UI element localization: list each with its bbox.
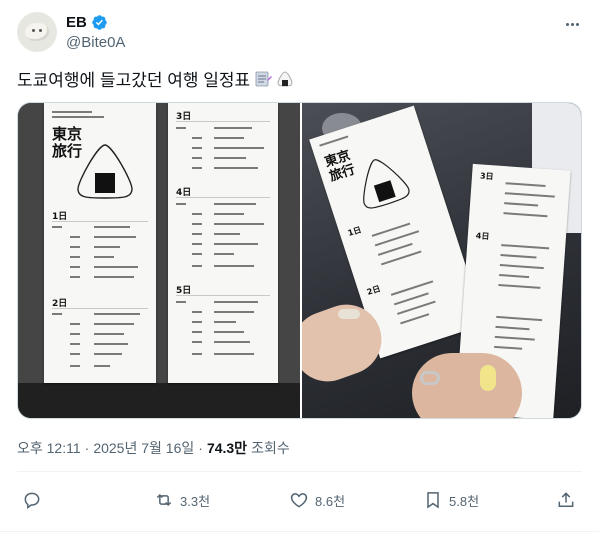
heart-icon [290,493,308,508]
day-label-8: 3日 [479,171,494,182]
like-button[interactable]: 8.6천 [289,486,345,514]
ring-icon [420,371,440,385]
onigiri-illustration-2 [363,159,410,209]
like-count: 8.6천 [315,493,346,509]
share-button[interactable] [556,486,582,514]
tweet-header: EB @Bite0A [17,12,587,56]
author-handle[interactable]: @Bite0A [66,34,125,51]
share-icon [558,492,574,507]
avatar-image [25,23,49,41]
hand-right [412,353,522,418]
views-count[interactable]: 74.3만 [207,438,247,458]
memo-emoji-icon [254,70,273,88]
retweet-button[interactable]: 3.3천 [154,486,210,514]
more-options-icon[interactable] [561,14,583,34]
day-label-6: 1日 [346,225,363,238]
bookmark-count: 5.8천 [449,493,480,509]
bookmark-icon [427,492,439,509]
tweet-text: 도쿄여행에 들고갔던 여행 일정표 [17,66,294,91]
reply-icon [24,492,40,509]
tweet-meta: 오후 12:11 · 2025년 7월 16일 · 74.3만 조회수 [17,438,290,458]
tweet-time[interactable]: 오후 12:11 [17,438,81,458]
reply-button[interactable] [22,486,48,514]
bookmark-button[interactable]: 5.8천 [423,486,479,514]
itinerary-sheet-right: 3日 4日 5日 [168,103,278,383]
author-name-row[interactable]: EB [66,14,108,31]
action-bar: 3.3천 8.6천 5.8천 [17,486,582,514]
itinerary-sheet-left: 東京 旅行 1日 2日 [44,103,156,383]
tweet-date[interactable]: 2025년 7월 16일 [93,438,194,458]
retweet-count: 3.3천 [180,493,211,509]
display-name[interactable]: EB [66,14,87,31]
day-label-9: 4日 [475,231,490,242]
tweet-text-body: 도쿄여행에 들고갔던 여행 일정표 [17,71,251,90]
meta-dot-2: · [198,440,203,456]
media-container[interactable]: 東京 旅行 1日 2日 3日 4日 5日 東京 旅行 1日 2日 3日 4日 [17,102,582,419]
verified-badge-icon [92,15,107,30]
meta-dot: · [84,440,90,456]
photo-itinerary-wall[interactable]: 東京 旅行 1日 2日 3日 4日 5日 [18,103,300,418]
views-label: 조회수 [251,440,290,456]
day-label-7: 2日 [365,284,382,297]
avatar[interactable] [17,12,57,52]
onigiri-emoji-icon [276,70,294,88]
onigiri-illustration [77,144,133,199]
retweet-icon [156,493,172,507]
photo-itinerary-hand[interactable]: 東京 旅行 1日 2日 3日 4日 [302,103,581,418]
